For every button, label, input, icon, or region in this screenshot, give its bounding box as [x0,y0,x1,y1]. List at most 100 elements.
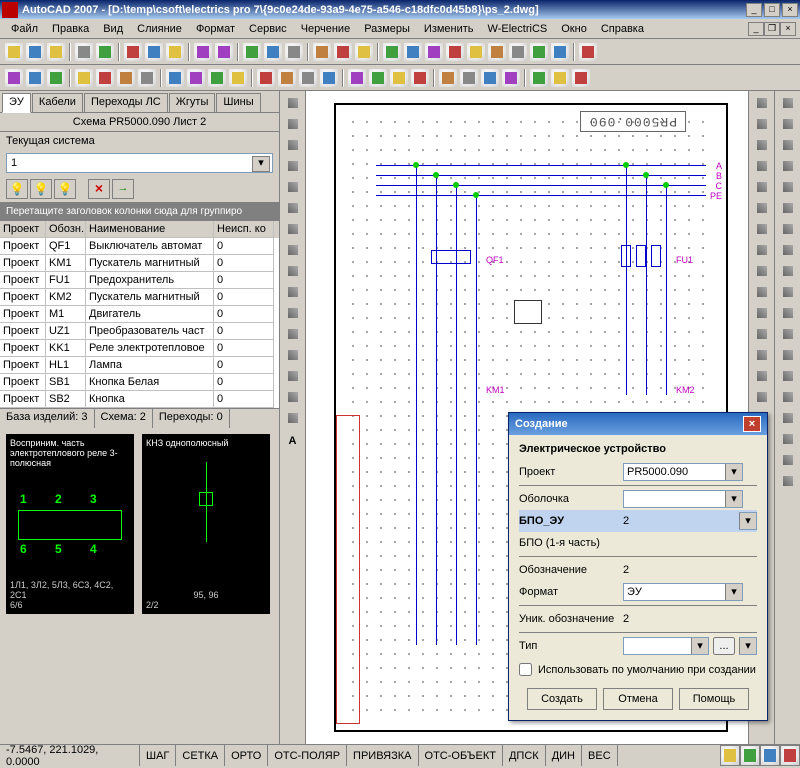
dlg-create-button[interactable]: Создать [527,688,597,710]
draw-ellipse-icon[interactable] [283,198,303,218]
tool-paste-icon[interactable] [165,42,185,62]
etool-25-icon[interactable] [550,68,570,88]
menu-window[interactable]: Окно [554,21,594,37]
annotation-a-icon[interactable]: A [289,435,297,447]
maximize-button[interactable]: □ [764,3,780,17]
etool-22-icon[interactable] [480,68,500,88]
status-tab-transitions[interactable]: Переходы: 0 [153,409,230,428]
tool-print-icon[interactable] [74,42,94,62]
mini-bulb-1-icon[interactable] [6,179,28,199]
etool-16-icon[interactable] [347,68,367,88]
status-icon-1[interactable] [720,745,740,766]
snap-track-icon[interactable] [778,408,798,428]
draw-text-icon[interactable] [283,240,303,260]
snap-cen-icon[interactable] [778,135,798,155]
snap-par-icon[interactable] [778,345,798,365]
tool-g-icon[interactable] [508,42,528,62]
doc-restore-button[interactable]: ❐ [764,22,780,36]
tool-undo-icon[interactable] [193,42,213,62]
mode-dyn[interactable]: ДИН [546,745,582,766]
snap-pt-icon[interactable] [778,450,798,470]
snap-ins-icon[interactable] [778,240,798,260]
etool-8-icon[interactable] [165,68,185,88]
tool-props-icon[interactable] [333,42,353,62]
dialog-close-button[interactable]: × [743,416,761,432]
etool-11-icon[interactable] [228,68,248,88]
mini-bulb-3-icon[interactable] [54,179,76,199]
tool-open-icon[interactable] [25,42,45,62]
etool-23-icon[interactable] [501,68,521,88]
mod-trim-icon[interactable] [752,282,772,302]
tool-zoomwin-icon[interactable] [284,42,304,62]
etool-5-icon[interactable] [95,68,115,88]
mini-delete-icon[interactable] [88,179,110,199]
mode-lwt[interactable]: ВЕС [582,745,618,766]
etool-15-icon[interactable] [319,68,339,88]
etool-24-icon[interactable] [529,68,549,88]
draw-line-icon[interactable] [283,93,303,113]
etool-7-icon[interactable] [137,68,157,88]
mode-polar[interactable]: ОТС-ПОЛЯР [268,745,347,766]
doc-minimize-button[interactable]: _ [748,22,764,36]
dlg-default-checkbox[interactable] [519,663,532,676]
tool-redo-icon[interactable] [214,42,234,62]
mini-insert-icon[interactable] [112,179,134,199]
etool-12-icon[interactable] [256,68,276,88]
dlg-type-browse-button[interactable]: ... [713,637,735,655]
tool-help-icon[interactable] [578,42,598,62]
system-dropdown[interactable]: 1 [6,153,273,173]
tool-preview-icon[interactable] [95,42,115,62]
status-icon-3[interactable] [760,745,780,766]
snap-near-icon[interactable] [778,303,798,323]
status-tab-schema[interactable]: Схема: 2 [95,409,153,428]
tool-calc-icon[interactable] [550,42,570,62]
snap-settings-icon[interactable] [778,387,798,407]
mod-rotate-icon[interactable] [752,219,772,239]
snap-none-icon[interactable] [778,366,798,386]
menu-merge[interactable]: Слияние [130,21,189,37]
dlg-project-dropdown[interactable]: PR5000.090 [623,463,743,481]
mod-erase-icon[interactable] [752,93,772,113]
snap-mid-icon[interactable] [778,114,798,134]
tool-block-icon[interactable] [354,42,374,62]
grid-col-project[interactable]: Проект [0,221,46,238]
draw-block-icon[interactable] [283,282,303,302]
status-icon-4[interactable] [780,745,800,766]
dlg-type-input[interactable] [623,637,709,655]
dlg-help-button[interactable]: Помощь [679,688,749,710]
tab-ls[interactable]: Переходы ЛС [84,93,168,112]
etool-6-icon[interactable] [116,68,136,88]
tool-pan-icon[interactable] [242,42,262,62]
status-icon-2[interactable] [740,745,760,766]
tool-copy-icon[interactable] [144,42,164,62]
table-row[interactable]: ПроектUZ1Преобразователь част0 [0,323,279,340]
snap-node-icon[interactable] [778,156,798,176]
draw-point-icon[interactable] [283,303,303,323]
minimize-button[interactable]: _ [746,3,762,17]
tool-new-icon[interactable] [4,42,24,62]
preview-card-2[interactable]: КНЗ однополюсный 95, 96 2/2 [142,434,270,614]
snap-ext-icon[interactable] [778,219,798,239]
draw-mtext-icon[interactable] [283,408,303,428]
dialog-titlebar[interactable]: Создание × [509,413,767,435]
tool-e-icon[interactable] [466,42,486,62]
tab-eu[interactable]: ЭУ [2,93,31,113]
etool-2-icon[interactable] [25,68,45,88]
tool-cut-icon[interactable] [123,42,143,62]
grid-col-desig[interactable]: Обозн. [46,221,86,238]
tab-buses[interactable]: Шины [216,93,260,112]
tab-bundles[interactable]: Жгуты [169,93,216,112]
table-row[interactable]: ПроектKM2Пускатель магнитный0 [0,289,279,306]
menu-format[interactable]: Формат [189,21,242,37]
menu-welectrics[interactable]: W-ElectriCS [481,21,555,37]
table-row[interactable]: ПроектM1Двигатель0 [0,306,279,323]
mod-scale-icon[interactable] [752,240,772,260]
etool-21-icon[interactable] [459,68,479,88]
snap-int-icon[interactable] [778,198,798,218]
draw-polyline-icon[interactable] [283,114,303,134]
snap-app-icon[interactable] [778,324,798,344]
mod-break-icon[interactable] [752,324,772,344]
mode-otrack[interactable]: ОТС-ОБЪЕКТ [419,745,503,766]
mod-array-icon[interactable] [752,177,772,197]
table-row[interactable]: ПроектQF1Выключатель автомат0 [0,238,279,255]
